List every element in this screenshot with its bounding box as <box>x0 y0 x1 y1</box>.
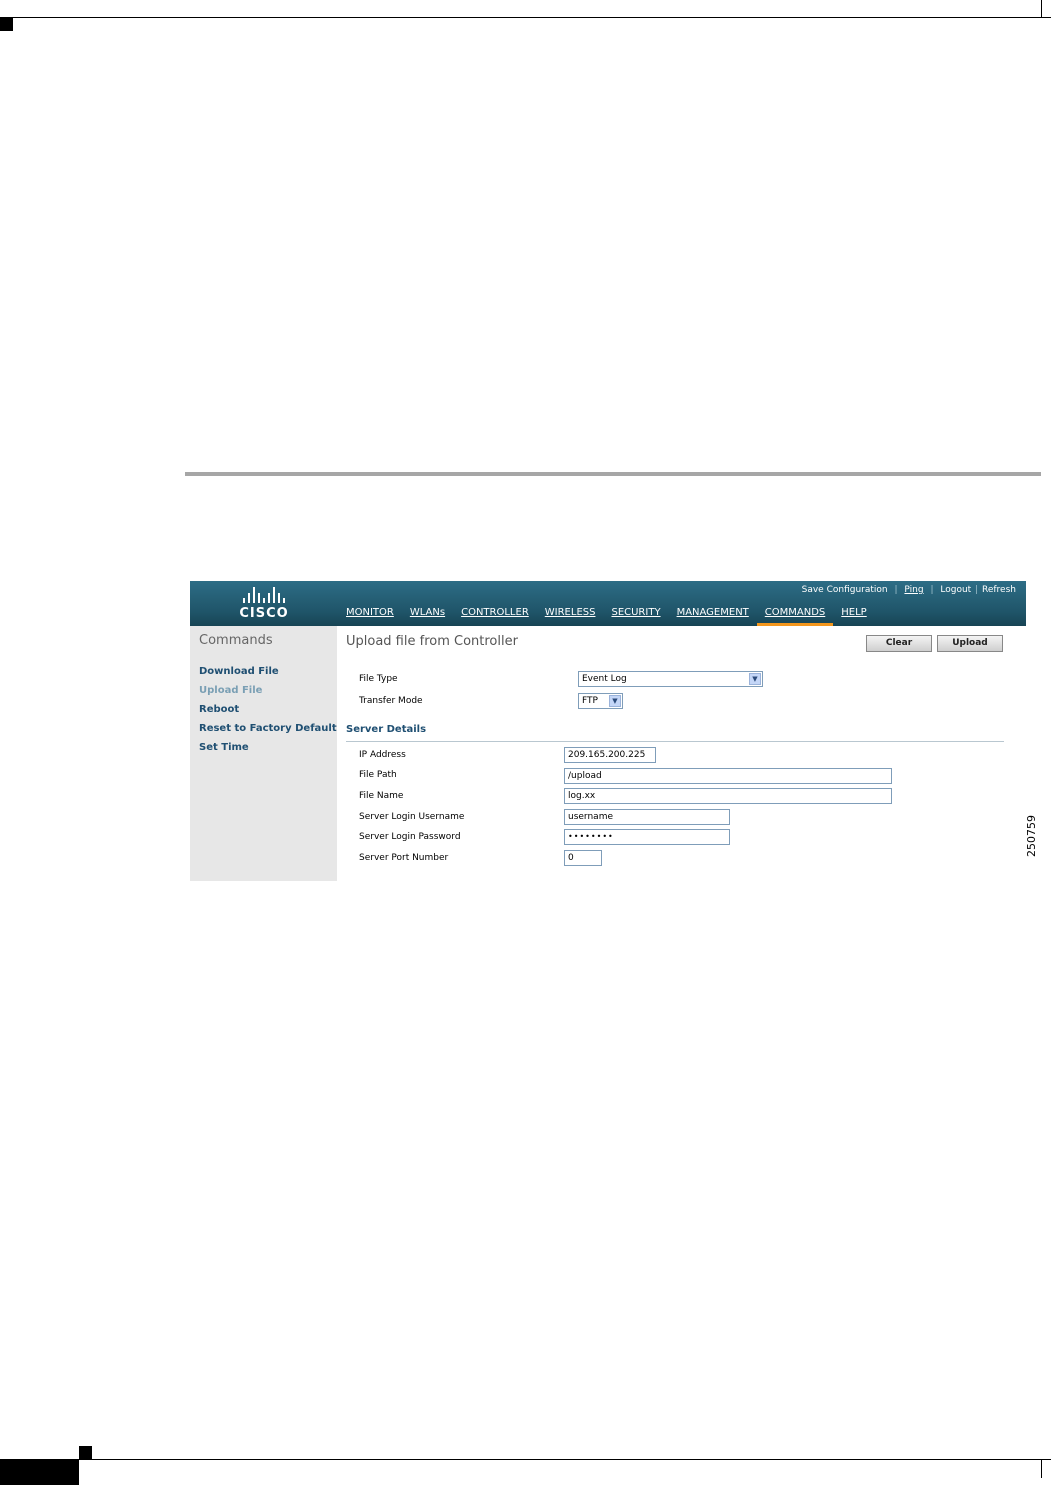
nav-item-commands[interactable]: COMMANDS <box>756 605 834 626</box>
cisco-wordmark: CISCO <box>239 606 289 621</box>
utility-separator: | <box>975 585 979 595</box>
port-number-input[interactable]: 0 <box>564 850 602 866</box>
crop-mark <box>1041 0 1042 17</box>
sidebar-title: Commands <box>199 633 273 648</box>
ip-address-label: IP Address <box>359 750 406 760</box>
sidebar-item-set-time[interactable]: Set Time <box>199 741 337 760</box>
transfer-mode-value: FTP <box>582 696 598 706</box>
nav-item-monitor[interactable]: MONITOR <box>338 605 402 626</box>
nav-item-controller[interactable]: CONTROLLER <box>453 605 537 626</box>
section-divider <box>185 472 1041 476</box>
sidebar-item-reset-to-factory-default[interactable]: Reset to Factory Default <box>199 722 337 741</box>
ping-link[interactable]: Ping <box>904 585 923 595</box>
footer-page-tab <box>0 1460 79 1485</box>
nav-item-management[interactable]: MANAGEMENT <box>669 605 757 626</box>
refresh-link[interactable]: Refresh <box>982 585 1016 595</box>
file-name-label: File Name <box>359 791 404 801</box>
page-title: Upload file from Controller <box>346 634 518 649</box>
cisco-logo: CISCO <box>234 587 294 623</box>
file-path-label: File Path <box>359 770 397 780</box>
chevron-down-icon: ▼ <box>749 673 761 685</box>
sidebar-menu: Download File Upload File Reboot Reset t… <box>199 665 337 760</box>
login-username-label: Server Login Username <box>359 812 465 822</box>
login-password-label: Server Login Password <box>359 832 461 842</box>
file-type-select[interactable]: Event Log ▼ <box>578 671 763 687</box>
save-configuration-link[interactable]: Save Configuration <box>802 585 888 595</box>
sidebar-item-upload-file[interactable]: Upload File <box>199 684 337 703</box>
port-number-label: Server Port Number <box>359 853 449 863</box>
upload-button[interactable]: Upload <box>937 635 1003 652</box>
utility-separator: | <box>894 585 898 595</box>
transfer-mode-select[interactable]: FTP ▼ <box>578 693 623 709</box>
transfer-mode-label: Transfer Mode <box>359 696 423 706</box>
main-content: Upload file from Controller Clear Upload… <box>338 626 1026 881</box>
server-details-heading: Server Details <box>346 724 427 735</box>
page-corner-marker <box>79 1446 92 1459</box>
clear-button[interactable]: Clear <box>866 635 932 652</box>
nav-item-security[interactable]: SECURITY <box>603 605 668 626</box>
sidebar-item-reboot[interactable]: Reboot <box>199 703 337 722</box>
file-type-value: Event Log <box>582 674 627 684</box>
login-username-input[interactable]: username <box>564 809 730 825</box>
crop-mark <box>1041 1460 1042 1478</box>
page-corner-marker <box>0 18 13 31</box>
controller-screenshot-figure: CISCO Save Configuration | Ping | Logout… <box>190 581 1026 881</box>
nav-item-help[interactable]: HELP <box>833 605 874 626</box>
nav-item-wlans[interactable]: WLANs <box>402 605 453 626</box>
footer-rule <box>0 1459 1051 1460</box>
utility-links: Save Configuration | Ping | Logout | Ref… <box>802 585 1016 595</box>
sidebar-item-download-file[interactable]: Download File <box>199 665 337 684</box>
header-rule <box>0 17 1051 18</box>
sidebar: Commands Download File Upload File Reboo… <box>190 626 337 881</box>
ip-address-input[interactable]: 209.165.200.225 <box>564 747 656 763</box>
chevron-down-icon: ▼ <box>609 695 621 707</box>
main-nav: MONITOR WLANs CONTROLLER WIRELESS SECURI… <box>338 605 875 626</box>
utility-separator: | <box>930 585 934 595</box>
section-divider <box>346 741 1004 742</box>
top-navigation-bar: CISCO Save Configuration | Ping | Logout… <box>190 581 1026 626</box>
file-name-input[interactable]: log.xx <box>564 788 892 804</box>
file-type-label: File Type <box>359 674 398 684</box>
login-password-input[interactable]: •••••••• <box>564 829 730 845</box>
figure-id: 250759 <box>1025 815 1038 857</box>
logout-link[interactable]: Logout <box>940 585 971 595</box>
cisco-logo-bars-icon <box>234 587 294 603</box>
file-path-input[interactable]: /upload <box>564 768 892 784</box>
nav-item-wireless[interactable]: WIRELESS <box>537 605 604 626</box>
